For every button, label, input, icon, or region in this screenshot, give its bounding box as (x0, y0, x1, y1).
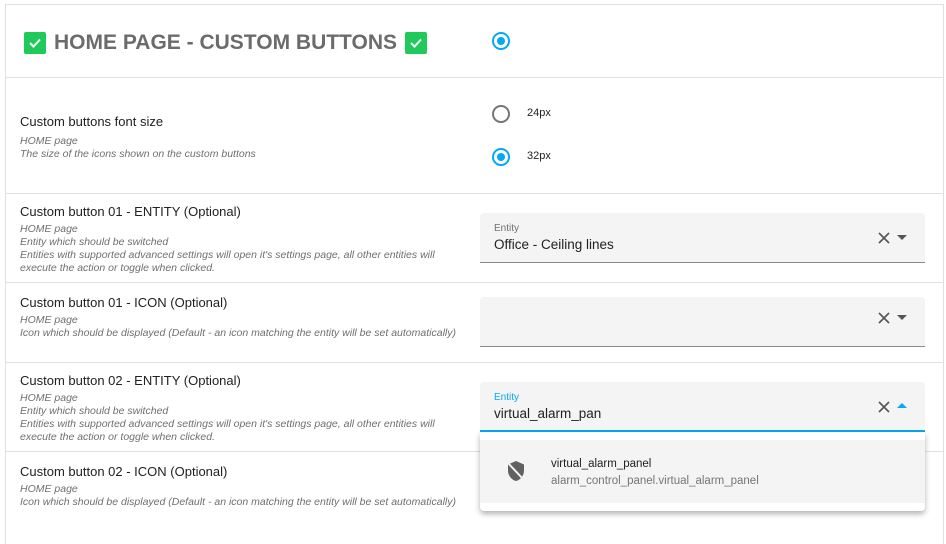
setting-desc: The size of the icons shown on the custo… (20, 148, 256, 160)
field-label: Entity (494, 223, 520, 234)
dropdown-option[interactable]: virtual_alarm_panel alarm_control_panel.… (480, 440, 925, 503)
setting-desc: HOME page (20, 483, 78, 495)
setting-desc: Entity which should be switched (20, 236, 169, 248)
dropdown-arrow-icon[interactable] (897, 235, 907, 240)
setting-desc: Entities with supported advanced setting… (20, 249, 435, 274)
setting-name: Custom button 01 - ICON (Optional) (20, 295, 228, 310)
section-title: HOME PAGE - CUSTOM BUTTONS (54, 31, 398, 54)
setting-name: Custom button 01 - ENTITY (Optional) (20, 204, 241, 219)
setting-desc: Icon which should be displayed (Default … (20, 496, 456, 508)
entity-field-02[interactable]: Entity virtual_alarm_pan (480, 382, 925, 432)
field-value: Office - Ceiling lines (494, 237, 614, 252)
option-entity-id: alarm_control_panel.virtual_alarm_panel (551, 475, 759, 487)
setting-desc: HOME page (20, 314, 78, 326)
radio-label: 24px (527, 107, 551, 119)
field-value[interactable]: virtual_alarm_pan (494, 406, 601, 421)
radio-24px[interactable] (492, 105, 510, 123)
radio-label: 32px (527, 150, 551, 162)
icon-field-01[interactable] (480, 297, 925, 347)
font-size-row: Custom buttons font size HOME page The si… (6, 78, 943, 194)
dropdown-arrow-up-icon[interactable] (897, 403, 907, 408)
setting-desc: HOME page (20, 223, 78, 235)
setting-desc: Entities with supported advanced setting… (20, 418, 435, 443)
check-icon (405, 32, 428, 54)
field-label: Entity (494, 392, 520, 403)
setting-desc: HOME page (20, 392, 78, 404)
entity-field-01[interactable]: Entity Office - Ceiling lines (480, 213, 925, 263)
clear-icon[interactable] (877, 311, 891, 325)
clear-icon[interactable] (877, 231, 891, 245)
setting-name: Custom buttons font size (20, 114, 164, 129)
option-name: virtual_alarm_panel (551, 458, 652, 470)
setting-desc: Icon which should be displayed (Default … (20, 327, 456, 339)
section-header: HOME PAGE - CUSTOM BUTTONS (6, 5, 943, 78)
shield-off-icon (507, 461, 525, 481)
setting-desc: HOME page (20, 135, 78, 147)
clear-icon[interactable] (877, 400, 891, 414)
dropdown-arrow-icon[interactable] (897, 315, 907, 320)
section-radio[interactable] (492, 32, 510, 50)
setting-desc: Entity which should be switched (20, 405, 169, 417)
entity-dropdown-menu: virtual_alarm_panel alarm_control_panel.… (480, 432, 925, 511)
setting-name: Custom button 02 - ICON (Optional) (20, 464, 228, 479)
radio-32px[interactable] (492, 148, 510, 166)
check-icon (24, 32, 46, 54)
setting-name: Custom button 02 - ENTITY (Optional) (20, 373, 241, 388)
